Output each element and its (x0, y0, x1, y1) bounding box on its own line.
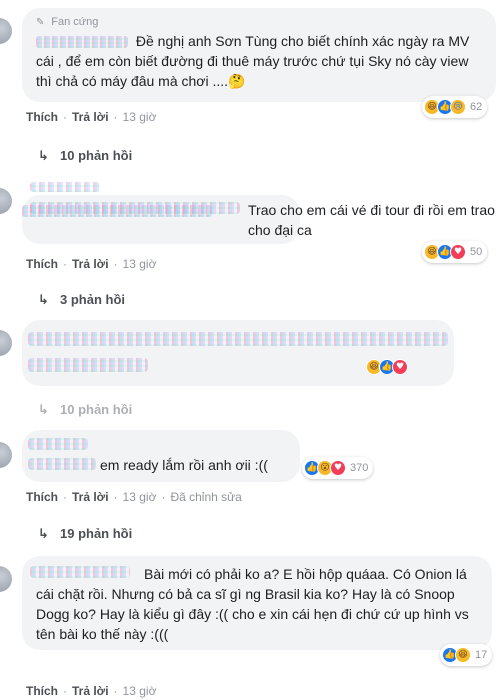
reply-arrow-icon: ↳ (38, 403, 49, 418)
fan-badge-icon: ✎ (36, 17, 45, 28)
comment-actions: Thích · Trả lời · 13 giờ (26, 684, 157, 698)
avatar[interactable] (0, 18, 12, 44)
sad-reaction-icon: 😢 (450, 99, 466, 115)
comment-actions: Thích · Trả lời · 13 giờ (26, 110, 157, 124)
comment-text-blurred (28, 358, 148, 372)
edited-label[interactable]: Đã chỉnh sửa (170, 490, 241, 504)
comment-text: Trao cho em cái vé đi tour đi rồi em tra… (248, 202, 495, 238)
comment-actions: Thích · Trả lời · 13 giờ (26, 257, 157, 271)
like-link[interactable]: Thích (26, 490, 58, 504)
reaction-summary[interactable]: 👍 😆 17 (440, 644, 493, 666)
reaction-count: 370 (350, 462, 369, 474)
avatar[interactable] (0, 188, 12, 214)
comment-author[interactable] (28, 332, 448, 346)
view-replies-link[interactable]: ↳ 10 phản hồi (38, 402, 132, 419)
view-replies-link[interactable]: ↳ 3 phản hồi (38, 292, 125, 309)
view-replies-link[interactable]: ↳ 10 phản hồi (38, 148, 132, 165)
fan-badge: Fan cứng (51, 16, 99, 28)
comment-text: em ready lắm rồi anh ơii :(( (100, 457, 268, 473)
reply-link[interactable]: Trả lời (72, 257, 109, 271)
replies-count: 10 phản hồi (60, 148, 133, 163)
like-link[interactable]: Thích (26, 110, 58, 124)
replies-count: 3 phản hồi (60, 292, 125, 307)
reaction-summary[interactable]: 😆 👍 ♥ (364, 356, 410, 378)
replies-count: 10 phản hồi (60, 402, 133, 417)
reply-arrow-icon: ↳ (38, 149, 49, 164)
comment-author[interactable] (36, 36, 128, 49)
replies-count: 19 phản hồi (60, 526, 133, 541)
avatar[interactable] (0, 566, 12, 592)
comment-time[interactable]: 13 giờ (123, 490, 157, 504)
reaction-summary[interactable]: 👍 😮 ♥ 370 (302, 457, 374, 479)
comment-author[interactable] (28, 438, 88, 450)
reaction-count: 17 (475, 649, 488, 661)
comment-bubble: em ready lắm rồi anh ơii :(( (22, 430, 300, 482)
comment-author[interactable] (30, 566, 130, 578)
avatar[interactable] (0, 330, 12, 356)
reply-arrow-icon: ↳ (38, 293, 49, 308)
love-reaction-icon: ♥ (450, 244, 466, 260)
reply-link[interactable]: Trả lời (72, 490, 109, 504)
view-replies-link[interactable]: ↳ 19 phản hồi (38, 526, 132, 543)
reply-link[interactable]: Trả lời (72, 684, 109, 698)
like-link[interactable]: Thích (26, 257, 58, 271)
comment-bubble: Bài mới có phải ko a? E hồi hộp quáaa. C… (22, 556, 492, 650)
comment-actions: Thích · Trả lời · 13 giờ · Đã chỉnh sửa (26, 490, 242, 504)
reaction-count: 50 (470, 246, 483, 258)
comment-text-bubble: Trao cho em cái vé đi tour đi rồi em tra… (22, 198, 495, 246)
reaction-summary[interactable]: 😆 👍 😢 62 (422, 96, 488, 118)
reaction-summary[interactable]: 😆 👍 ♥ 50 (422, 241, 488, 263)
avatar[interactable] (0, 442, 12, 468)
reply-link[interactable]: Trả lời (72, 110, 109, 124)
reaction-count: 62 (470, 101, 483, 113)
haha-reaction-icon: 😆 (455, 647, 471, 663)
comment-bubble: ✎ Fan cứng Đề nghị anh Sơn Tùng cho biết… (22, 8, 496, 102)
reply-arrow-icon: ↳ (38, 527, 49, 542)
comment-time[interactable]: 13 giờ (123, 257, 157, 271)
comment-time[interactable]: 13 giờ (123, 110, 157, 124)
love-reaction-icon: ♥ (392, 359, 408, 375)
comment-time[interactable]: 13 giờ (123, 684, 157, 698)
like-link[interactable]: Thích (26, 684, 58, 698)
love-reaction-icon: ♥ (330, 460, 346, 476)
